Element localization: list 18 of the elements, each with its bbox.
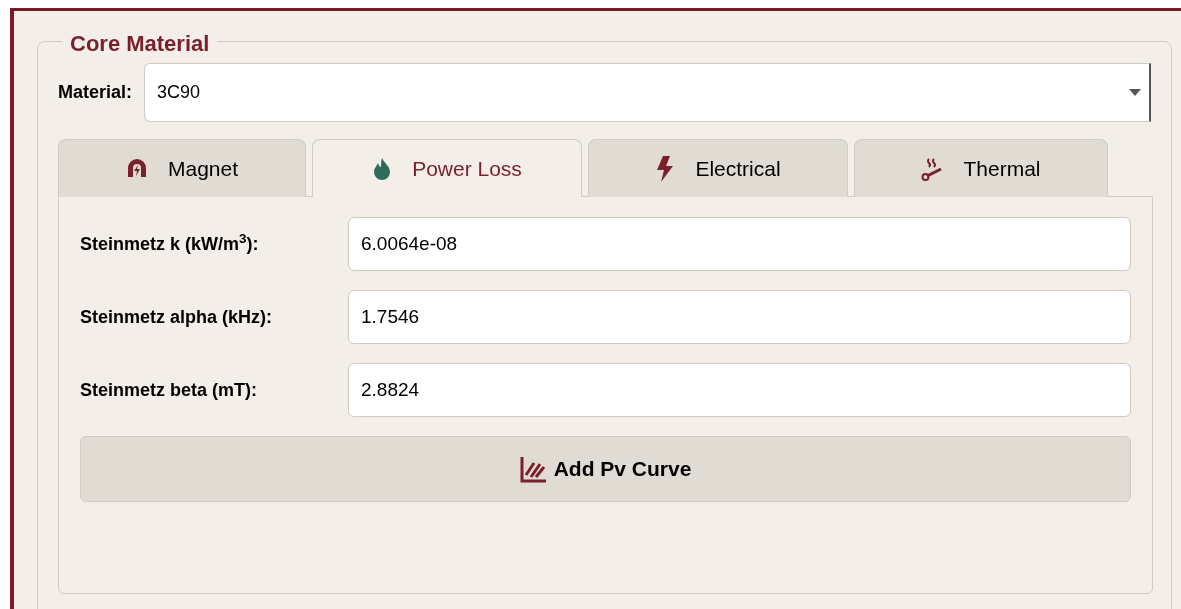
tab[interactable]: Electrical	[588, 139, 848, 197]
caret-icon	[1129, 89, 1141, 96]
input-field[interactable]: 6.0064e-08	[348, 217, 1131, 271]
tab[interactable]: Power Loss	[312, 139, 582, 197]
field-label: Steinmetz k (kW/m$^{3}$):	[80, 230, 260, 256]
material-dropdown[interactable]: 3C90	[144, 63, 1151, 122]
input-field[interactable]: 2.8824	[348, 363, 1131, 417]
add-curve-button[interactable]: Add Pv Curve	[80, 436, 1131, 502]
input-field[interactable]: 1.7546	[348, 290, 1131, 344]
flame-icon	[372, 156, 393, 181]
tab[interactable]: Magnet	[58, 139, 306, 197]
lightning-icon	[655, 155, 676, 182]
tab[interactable]: Thermal	[854, 139, 1108, 197]
field-label: Steinmetz alpha (kHz):	[80, 305, 274, 329]
material-label: Material:	[58, 81, 133, 104]
heat-icon	[921, 156, 944, 181]
field-label: Steinmetz beta (mT):	[80, 378, 258, 402]
chart-icon	[519, 455, 546, 483]
